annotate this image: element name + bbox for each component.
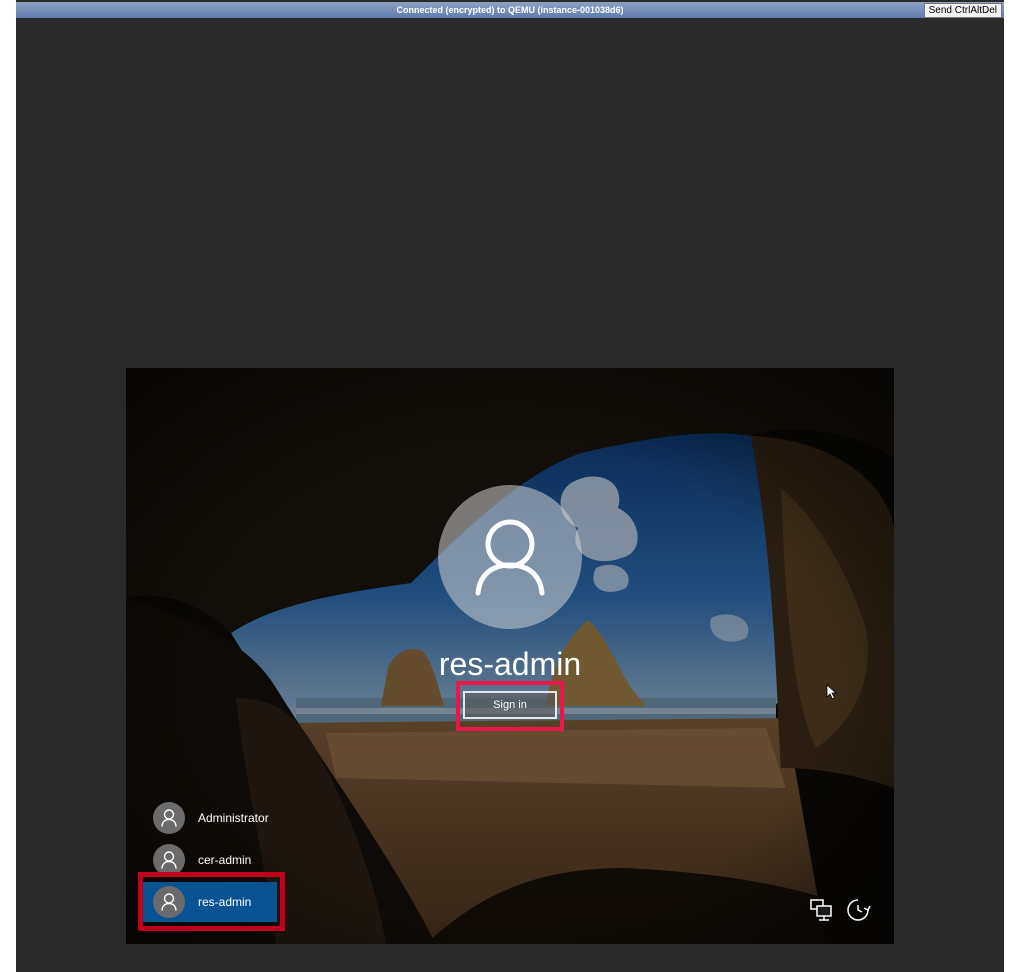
connection-status: Connected (encrypted) to QEMU (instance-… [396,5,624,15]
user-avatar-small [153,802,185,834]
vnc-console: Connected (encrypted) to QEMU (instance-… [16,0,1004,972]
mouse-cursor-icon [826,684,838,700]
send-ctrl-alt-del-button[interactable]: Send CtrlAltDel [923,3,1002,18]
network-icon[interactable] [808,897,836,923]
selected-user-highlight [138,872,285,931]
sign-in-button[interactable]: Sign in [463,691,557,719]
user-silhouette-icon [161,809,177,827]
selected-username: res-admin [438,646,582,682]
user-avatar [438,485,582,629]
user-list-item-administrator[interactable]: Administrator [143,798,277,838]
remote-screen[interactable]: res-admin Sign in Administrator cer-admi… [126,368,894,944]
user-silhouette-icon [475,519,545,596]
user-list-label: Administrator [198,811,269,825]
vnc-status-bar: Connected (encrypted) to QEMU (instance-… [16,2,1004,18]
ease-of-access-icon[interactable] [844,897,872,923]
